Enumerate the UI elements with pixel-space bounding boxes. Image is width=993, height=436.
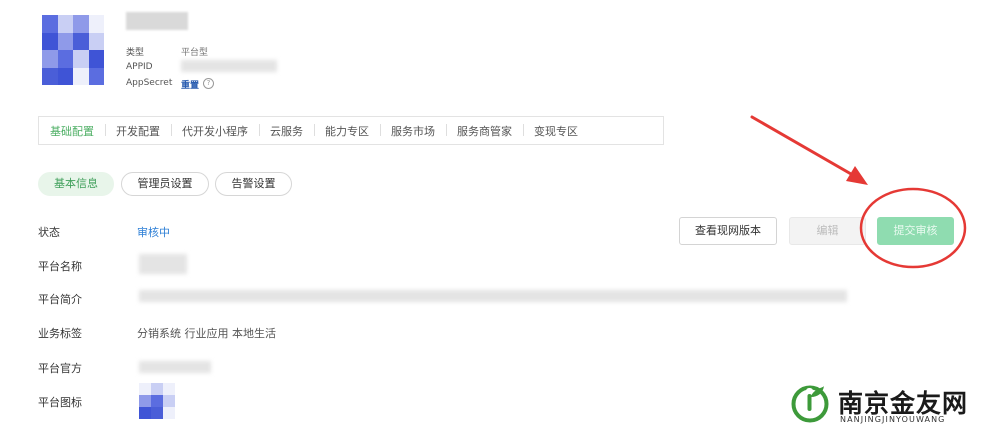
avatar-pixel — [88, 15, 104, 33]
tags-label: 业务标签 — [38, 327, 82, 340]
status-label: 状态 — [38, 226, 60, 239]
main-nav-tab[interactable]: 云服务 — [259, 123, 314, 139]
avatar-pixel — [57, 67, 73, 85]
main-nav-tab[interactable]: 能力专区 — [314, 123, 380, 139]
status-value: 审核中 — [137, 226, 170, 239]
icon-pixel — [163, 395, 175, 407]
app-avatar — [42, 15, 104, 85]
site-label: 平台官方 — [38, 362, 82, 375]
name-label: 平台名称 — [38, 260, 82, 273]
annotation-arrow-head — [846, 166, 868, 185]
appsecret-label: AppSecret — [126, 78, 173, 88]
icon-pixel — [163, 407, 175, 419]
type-label: 类型 — [126, 48, 145, 58]
icon-pixel — [139, 395, 151, 407]
watermark-subtitle: NANJINGJINYOUWANG — [840, 415, 946, 424]
avatar-pixel — [42, 50, 58, 68]
appid-value-redacted — [181, 60, 277, 72]
submit-review-button[interactable]: 提交审核 — [877, 217, 954, 245]
type-value: 平台型 — [181, 48, 209, 58]
avatar-pixel — [88, 50, 104, 68]
site-value-redacted — [139, 361, 211, 373]
watermark-logo-icon — [791, 385, 829, 423]
icon-pixel — [163, 383, 175, 395]
subtab-admin-settings[interactable]: 管理员设置 — [121, 172, 209, 196]
appsecret-reset-link[interactable]: 重置 — [181, 78, 199, 91]
intro-label: 平台简介 — [38, 293, 82, 306]
avatar-pixel — [57, 50, 73, 68]
avatar-pixel — [88, 32, 104, 50]
edit-button[interactable]: 编辑 — [789, 217, 866, 245]
icon-pixel — [151, 407, 163, 419]
icon-label: 平台图标 — [38, 396, 82, 409]
avatar-pixel — [73, 15, 89, 33]
main-nav-tab[interactable]: 基础配置 — [39, 123, 105, 139]
main-nav-tab[interactable]: 服务市场 — [380, 123, 446, 139]
main-nav-tab[interactable]: 服务商管家 — [446, 123, 523, 139]
avatar-pixel — [57, 32, 73, 50]
view-live-version-button[interactable]: 查看现网版本 — [679, 217, 777, 245]
avatar-pixel — [42, 32, 58, 50]
question-circle-icon[interactable]: ? — [203, 78, 214, 89]
name-value-redacted — [139, 254, 187, 274]
subtab-basic-info[interactable]: 基本信息 — [38, 172, 114, 196]
platform-icon-thumb — [139, 383, 175, 419]
avatar-pixel — [88, 67, 104, 85]
tags-value: 分销系统 行业应用 本地生活 — [137, 327, 276, 340]
avatar-pixel — [42, 67, 58, 85]
avatar-pixel — [42, 15, 58, 33]
icon-pixel — [139, 383, 151, 395]
main-nav: 基础配置 开发配置 代开发小程序 云服务 能力专区 服务市场 服务商管家 变现专区 — [38, 116, 664, 145]
intro-value-redacted — [139, 290, 847, 302]
avatar-pixel — [73, 67, 89, 85]
annotation-arrow-shaft — [750, 115, 860, 180]
icon-pixel — [151, 383, 163, 395]
icon-pixel — [139, 407, 151, 419]
main-nav-tab[interactable]: 代开发小程序 — [171, 123, 259, 139]
avatar-pixel — [73, 50, 89, 68]
appid-label: APPID — [126, 62, 153, 72]
avatar-pixel — [57, 15, 73, 33]
icon-pixel — [151, 395, 163, 407]
app-name-redacted — [126, 12, 188, 30]
main-nav-tab[interactable]: 开发配置 — [105, 123, 171, 139]
subtab-alert-settings[interactable]: 告警设置 — [215, 172, 292, 196]
avatar-pixel — [73, 32, 89, 50]
main-nav-tab[interactable]: 变现专区 — [523, 123, 589, 139]
